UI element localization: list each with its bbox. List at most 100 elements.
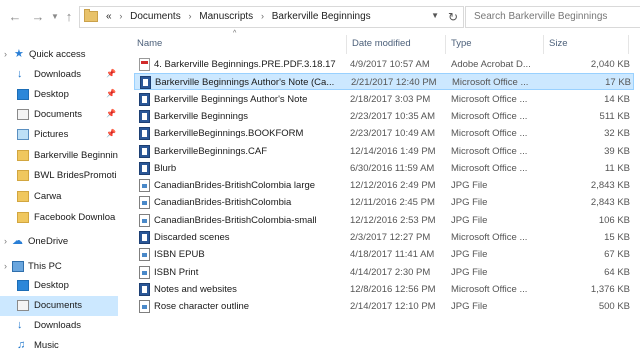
refresh-icon[interactable]: ↻ (448, 10, 458, 24)
nav-pc-music[interactable]: ♫ Music (0, 336, 118, 356)
image-file-icon (139, 213, 150, 227)
file-type: Microsoft Office ... (451, 110, 528, 122)
pin-icon[interactable]: 📌 (106, 129, 116, 138)
folder-icon (84, 9, 98, 22)
nav-label: OneDrive (28, 236, 69, 247)
nav-quick-access[interactable]: › ★ Quick access (0, 45, 118, 65)
forward-arrow-icon[interactable]: → (31, 9, 45, 25)
pictures-icon (17, 129, 29, 140)
breadcrumb-separator[interactable]: › (261, 11, 264, 21)
file-row[interactable]: CanadianBrides-BritishColombia large 12/1… (134, 177, 634, 194)
column-divider[interactable] (543, 35, 544, 54)
nav-pc-desktop[interactable]: Desktop (0, 276, 118, 296)
file-row[interactable]: ISBN EPUB 4/18/2017 11:41 AM JPG File 67 KB (134, 246, 634, 263)
chevron-right-icon[interactable]: › (4, 49, 7, 59)
file-row[interactable]: 4. Barkerville Beginnings.PRE.PDF.3.18.1… (134, 56, 634, 73)
file-row[interactable]: Notes and websites 12/8/2016 12:56 PM Micr… (134, 281, 634, 298)
pin-icon[interactable]: 📌 (106, 69, 116, 78)
nav-label: Carwa (34, 191, 62, 202)
file-date-modified: 2/23/2017 10:49 AM (350, 128, 436, 140)
file-name: Barkerville Beginnings Author's Note (Ca… (155, 77, 335, 89)
column-header-size[interactable]: Size (549, 38, 567, 49)
word-document-icon (139, 144, 150, 158)
star-icon: ★ (14, 48, 24, 60)
file-size: 67 KB (604, 249, 630, 261)
file-row[interactable]: Barkerville Beginnings 2/23/2017 10:35 AM… (134, 108, 634, 125)
file-date-modified: 12/8/2016 12:56 PM (350, 283, 436, 295)
column-divider[interactable] (628, 35, 629, 54)
word-document-icon (139, 92, 150, 106)
breadcrumb-manuscripts[interactable]: Manuscripts (199, 11, 253, 22)
pin-icon[interactable]: 📌 (106, 109, 116, 118)
file-name: Barkerville Beginnings Author's Note (154, 93, 308, 105)
nav-item-downloads[interactable]: ↓ Downloads 📌 (0, 65, 118, 85)
file-name: 4. Barkerville Beginnings.PRE.PDF.3.18.1… (154, 59, 336, 70)
folder-icon (17, 150, 29, 161)
nav-item-documents[interactable]: Documents 📌 (0, 105, 118, 125)
nav-onedrive[interactable]: › ☁ OneDrive (0, 232, 118, 252)
breadcrumb-separator[interactable]: › (119, 11, 122, 21)
file-date-modified: 4/18/2017 11:41 AM (350, 249, 435, 261)
file-row[interactable]: Rose character outline 2/14/2017 12:10 PM… (134, 298, 634, 315)
file-size: 14 KB (604, 93, 630, 105)
nav-this-pc[interactable]: › This PC (0, 257, 118, 277)
documents-icon (17, 300, 29, 311)
file-row[interactable]: BarkervilleBeginnings.CAF 12/14/2016 1:49… (134, 143, 634, 160)
nav-item-barkerville-beginnings[interactable]: Barkerville Beginning (0, 146, 118, 166)
pdf-file-icon (139, 58, 150, 71)
breadcrumb-separator[interactable]: › (188, 11, 191, 21)
navigation-pane: › ★ Quick access ↓ Downloads 📌 Desktop 📌… (0, 35, 123, 352)
file-row[interactable]: Discarded scenes 2/3/2017 12:27 PM Microso… (134, 229, 634, 246)
file-date-modified: 2/3/2017 12:27 PM (350, 232, 431, 243)
chevron-right-icon[interactable]: › (4, 236, 7, 246)
nav-label: Music (34, 340, 59, 351)
nav-label: Barkerville Beginning (34, 150, 118, 161)
file-row[interactable]: Barkerville Beginnings Author's Note (Ca… (134, 73, 634, 91)
back-arrow-icon[interactable]: ← (8, 9, 22, 25)
recent-locations-chevron-icon[interactable]: ▼ (48, 9, 62, 25)
download-arrow-icon: ↓ (17, 319, 23, 331)
nav-pc-downloads[interactable]: ↓ Downloads (0, 316, 118, 336)
column-header-name[interactable]: Name (137, 38, 162, 49)
file-row[interactable]: CanadianBrides-BritishColombia 12/11/2016… (134, 194, 634, 211)
address-bar[interactable]: « › Documents › Manuscripts › Barkervill… (79, 6, 464, 28)
nav-label: This PC (28, 261, 62, 272)
file-list: ^ Name Date modified Type Size 4. Barker… (123, 30, 640, 352)
nav-item-facebook-downloads[interactable]: Facebook Downloa (0, 208, 118, 228)
folder-icon (17, 170, 29, 181)
breadcrumb-barkerville-beginnings[interactable]: Barkerville Beginnings (272, 11, 371, 22)
nav-item-bwl-brides[interactable]: BWL BridesPromoti (0, 166, 118, 186)
file-type: Microsoft Office ... (451, 128, 528, 140)
file-row[interactable]: Blurb 6/30/2016 11:59 AM Microsoft Office … (134, 160, 634, 177)
file-row[interactable]: Barkerville Beginnings Author's Note 2/18… (134, 91, 634, 108)
file-row[interactable]: ISBN Print 4/14/2017 2:30 PM JPG File 64 KB (134, 264, 634, 281)
address-dropdown-chevron-icon[interactable]: ▼ (431, 11, 439, 20)
nav-item-desktop[interactable]: Desktop 📌 (0, 85, 118, 105)
breadcrumb-documents[interactable]: Documents (130, 11, 181, 22)
column-divider[interactable] (445, 35, 446, 54)
file-name: BarkervilleBeginnings.BOOKFORM (154, 128, 304, 140)
nav-label: Documents (34, 109, 83, 120)
file-date-modified: 2/23/2017 10:35 AM (350, 110, 436, 122)
nav-item-pictures[interactable]: Pictures 📌 (0, 125, 118, 145)
file-type: Microsoft Office ... (451, 162, 528, 174)
file-type: JPG File (451, 249, 488, 261)
column-header-date[interactable]: Date modified (352, 38, 411, 49)
image-file-icon (139, 300, 150, 314)
column-header-type[interactable]: Type (451, 38, 472, 49)
breadcrumb-overflow[interactable]: « (106, 11, 112, 22)
search-input[interactable] (472, 10, 631, 23)
file-row[interactable]: CanadianBrides-BritishColombia-small 12/1… (134, 212, 634, 229)
nav-item-carwa[interactable]: Carwa (0, 187, 118, 207)
file-size: 2,843 KB (590, 180, 630, 192)
file-size: 17 KB (605, 77, 631, 89)
file-row[interactable]: BarkervilleBeginnings.BOOKFORM 2/23/2017 … (134, 125, 634, 142)
up-arrow-icon[interactable]: ↑ (62, 9, 76, 25)
column-divider[interactable] (346, 35, 347, 54)
file-date-modified: 6/30/2016 11:59 AM (350, 162, 435, 174)
chevron-right-icon[interactable]: › (4, 261, 7, 271)
pin-icon[interactable]: 📌 (106, 89, 116, 98)
file-name: Notes and websites (154, 283, 237, 295)
image-file-icon (139, 265, 150, 279)
nav-pc-documents[interactable]: Documents (0, 296, 118, 316)
